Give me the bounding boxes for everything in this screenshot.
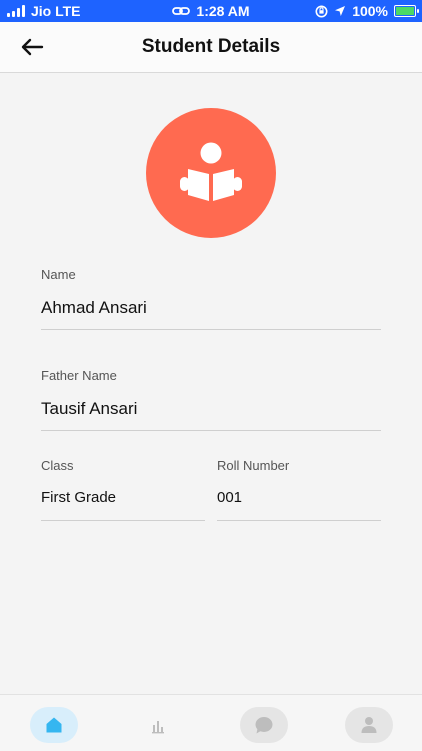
status-bar: Jio LTE 1:28 AM 100% xyxy=(0,0,422,22)
name-value: Ahmad Ansari xyxy=(41,298,147,317)
home-icon xyxy=(46,717,62,733)
nav-profile[interactable] xyxy=(345,707,393,743)
student-reading-icon xyxy=(180,142,242,201)
class-underline xyxy=(41,520,205,521)
roll-number-underline xyxy=(217,520,381,521)
bottom-navigation xyxy=(0,694,422,751)
nav-reports[interactable] xyxy=(134,707,182,743)
roll-number-value: 001 xyxy=(217,489,243,506)
father-name-value: Tausif Ansari xyxy=(41,399,138,418)
location-arrow-icon xyxy=(335,6,346,16)
orientation-lock-icon xyxy=(315,5,328,17)
father-name-underline xyxy=(41,430,381,431)
link-icon xyxy=(172,7,191,15)
profile-icon xyxy=(361,717,377,733)
class-label: Class xyxy=(41,458,74,473)
battery-percent-label: 100% xyxy=(352,3,388,19)
name-underline xyxy=(41,329,381,330)
chat-bubble-icon xyxy=(255,717,273,734)
class-value: First Grade xyxy=(41,489,117,506)
bar-chart-icon xyxy=(152,721,164,734)
battery-icon xyxy=(394,5,419,17)
nav-home[interactable] xyxy=(30,707,78,743)
student-avatar xyxy=(146,108,276,238)
name-label: Name xyxy=(41,267,76,282)
time-label: 1:28 AM xyxy=(196,3,250,19)
roll-number-label: Roll Number xyxy=(217,458,290,473)
nav-messages[interactable] xyxy=(240,707,288,743)
status-right: 100% xyxy=(315,3,419,19)
app-header: Student Details xyxy=(0,22,422,73)
father-name-label: Father Name xyxy=(41,368,117,383)
page-title: Student Details xyxy=(141,36,281,57)
